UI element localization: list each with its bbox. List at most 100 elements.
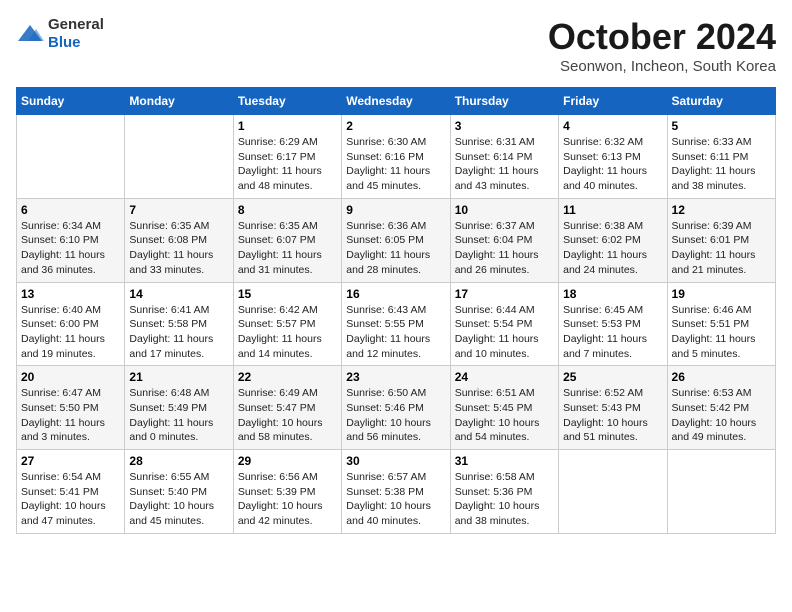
calendar-cell: 26Sunrise: 6:53 AM Sunset: 5:42 PM Dayli… <box>667 366 775 450</box>
calendar-cell: 9 Sunrise: 6:36 AM Sunset: 6:05 PM Daylig… <box>342 198 450 282</box>
calendar-cell: 31 Sunrise: 6:58 AM Sunset: 5:36 PM Dayli… <box>450 450 558 534</box>
calendar-cell: 21 Sunrise: 6:48 AM Sunset: 5:49 PM Dayli… <box>125 366 233 450</box>
day-number: 12 <box>672 203 771 217</box>
calendar-cell: 1 Sunrise: 6:29 AM Sunset: 6:17 PM Daylig… <box>233 115 341 199</box>
calendar-cell <box>17 115 125 199</box>
day-info: Sunrise: 6:52 AM Sunset: 5:43 PM Dayligh… <box>563 386 662 445</box>
day-info: Sunrise: 6:56 AM Sunset: 5:39 PM Dayligh… <box>238 470 337 529</box>
day-info: Sunrise: 6:35 AM Sunset: 6:07 PM Dayligh… <box>238 219 337 278</box>
day-number: 15 <box>238 287 337 301</box>
header-day-wednesday: Wednesday <box>342 88 450 115</box>
day-info: Sunrise: 6:46 AM Sunset: 5:51 PM Dayligh… <box>672 303 771 362</box>
day-number: 21 <box>129 370 228 384</box>
day-number: 6 <box>21 203 120 217</box>
day-info: Sunrise: 6:30 AM Sunset: 6:16 PM Dayligh… <box>346 135 445 194</box>
day-number: 13 <box>21 287 120 301</box>
day-number: 11 <box>563 203 662 217</box>
day-number: 31 <box>455 454 554 468</box>
day-info: Sunrise: 6:36 AM Sunset: 6:05 PM Dayligh… <box>346 219 445 278</box>
day-info: Sunrise: 6:31 AM Sunset: 6:14 PM Dayligh… <box>455 135 554 194</box>
header-day-saturday: Saturday <box>667 88 775 115</box>
day-number: 5 <box>672 119 771 133</box>
day-info: Sunrise: 6:29 AM Sunset: 6:17 PM Dayligh… <box>238 135 337 194</box>
day-number: 28 <box>129 454 228 468</box>
calendar-header: SundayMondayTuesdayWednesdayThursdayFrid… <box>17 88 776 115</box>
calendar-cell: 29 Sunrise: 6:56 AM Sunset: 5:39 PM Dayli… <box>233 450 341 534</box>
calendar-cell <box>667 450 775 534</box>
day-info: Sunrise: 6:34 AM Sunset: 6:10 PM Dayligh… <box>21 219 120 278</box>
calendar-cell: 27 Sunrise: 6:54 AM Sunset: 5:41 PM Dayli… <box>17 450 125 534</box>
day-info: Sunrise: 6:35 AM Sunset: 6:08 PM Dayligh… <box>129 219 228 278</box>
logo: General Blue <box>16 16 104 52</box>
day-info: Sunrise: 6:42 AM Sunset: 5:57 PM Dayligh… <box>238 303 337 362</box>
day-number: 16 <box>346 287 445 301</box>
day-number: 20 <box>21 370 120 384</box>
calendar-cell: 25 Sunrise: 6:52 AM Sunset: 5:43 PM Dayli… <box>559 366 667 450</box>
calendar-cell: 5Sunrise: 6:33 AM Sunset: 6:11 PM Daylig… <box>667 115 775 199</box>
calendar-cell: 19Sunrise: 6:46 AM Sunset: 5:51 PM Dayli… <box>667 282 775 366</box>
calendar-cell: 28Sunrise: 6:55 AM Sunset: 5:40 PM Dayli… <box>125 450 233 534</box>
calendar-cell: 2Sunrise: 6:30 AM Sunset: 6:16 PM Daylig… <box>342 115 450 199</box>
day-info: Sunrise: 6:58 AM Sunset: 5:36 PM Dayligh… <box>455 470 554 529</box>
day-number: 30 <box>346 454 445 468</box>
header-day-friday: Friday <box>559 88 667 115</box>
header-day-tuesday: Tuesday <box>233 88 341 115</box>
calendar-cell: 17 Sunrise: 6:44 AM Sunset: 5:54 PM Dayli… <box>450 282 558 366</box>
calendar-cell: 12 Sunrise: 6:39 AM Sunset: 6:01 PM Dayli… <box>667 198 775 282</box>
calendar-cell: 7Sunrise: 6:35 AM Sunset: 6:08 PM Daylig… <box>125 198 233 282</box>
day-info: Sunrise: 6:51 AM Sunset: 5:45 PM Dayligh… <box>455 386 554 445</box>
day-number: 1 <box>238 119 337 133</box>
day-info: Sunrise: 6:57 AM Sunset: 5:38 PM Dayligh… <box>346 470 445 529</box>
calendar-body: 1 Sunrise: 6:29 AM Sunset: 6:17 PM Daylig… <box>17 115 776 534</box>
calendar-cell: 24 Sunrise: 6:51 AM Sunset: 5:45 PM Dayli… <box>450 366 558 450</box>
calendar-cell <box>559 450 667 534</box>
day-info: Sunrise: 6:54 AM Sunset: 5:41 PM Dayligh… <box>21 470 120 529</box>
day-number: 24 <box>455 370 554 384</box>
header-day-sunday: Sunday <box>17 88 125 115</box>
header-day-monday: Monday <box>125 88 233 115</box>
location: Seonwon, Incheon, South Korea <box>548 58 776 75</box>
day-number: 22 <box>238 370 337 384</box>
title-block: October 2024 Seonwon, Incheon, South Kor… <box>548 16 776 75</box>
calendar-cell: 23Sunrise: 6:50 AM Sunset: 5:46 PM Dayli… <box>342 366 450 450</box>
day-info: Sunrise: 6:41 AM Sunset: 5:58 PM Dayligh… <box>129 303 228 362</box>
day-number: 10 <box>455 203 554 217</box>
day-info: Sunrise: 6:53 AM Sunset: 5:42 PM Dayligh… <box>672 386 771 445</box>
day-info: Sunrise: 6:40 AM Sunset: 6:00 PM Dayligh… <box>21 303 120 362</box>
logo-icon <box>16 23 44 45</box>
calendar-cell: 15 Sunrise: 6:42 AM Sunset: 5:57 PM Dayli… <box>233 282 341 366</box>
page-header: General Blue October 2024 Seonwon, Inche… <box>16 16 776 75</box>
week-row-0: 1 Sunrise: 6:29 AM Sunset: 6:17 PM Daylig… <box>17 115 776 199</box>
week-row-3: 20 Sunrise: 6:47 AM Sunset: 5:50 PM Dayli… <box>17 366 776 450</box>
day-info: Sunrise: 6:47 AM Sunset: 5:50 PM Dayligh… <box>21 386 120 445</box>
calendar-cell: 11Sunrise: 6:38 AM Sunset: 6:02 PM Dayli… <box>559 198 667 282</box>
calendar-cell: 10 Sunrise: 6:37 AM Sunset: 6:04 PM Dayli… <box>450 198 558 282</box>
day-info: Sunrise: 6:45 AM Sunset: 5:53 PM Dayligh… <box>563 303 662 362</box>
day-info: Sunrise: 6:48 AM Sunset: 5:49 PM Dayligh… <box>129 386 228 445</box>
day-number: 8 <box>238 203 337 217</box>
day-info: Sunrise: 6:49 AM Sunset: 5:47 PM Dayligh… <box>238 386 337 445</box>
day-info: Sunrise: 6:43 AM Sunset: 5:55 PM Dayligh… <box>346 303 445 362</box>
week-row-2: 13 Sunrise: 6:40 AM Sunset: 6:00 PM Dayli… <box>17 282 776 366</box>
day-number: 3 <box>455 119 554 133</box>
day-info: Sunrise: 6:44 AM Sunset: 5:54 PM Dayligh… <box>455 303 554 362</box>
calendar-cell <box>125 115 233 199</box>
calendar-cell: 4Sunrise: 6:32 AM Sunset: 6:13 PM Daylig… <box>559 115 667 199</box>
header-day-thursday: Thursday <box>450 88 558 115</box>
day-number: 14 <box>129 287 228 301</box>
day-info: Sunrise: 6:39 AM Sunset: 6:01 PM Dayligh… <box>672 219 771 278</box>
calendar-cell: 8 Sunrise: 6:35 AM Sunset: 6:07 PM Daylig… <box>233 198 341 282</box>
day-number: 27 <box>21 454 120 468</box>
day-number: 29 <box>238 454 337 468</box>
month-title: October 2024 <box>548 16 776 58</box>
day-number: 17 <box>455 287 554 301</box>
day-number: 4 <box>563 119 662 133</box>
calendar-cell: 18Sunrise: 6:45 AM Sunset: 5:53 PM Dayli… <box>559 282 667 366</box>
day-number: 25 <box>563 370 662 384</box>
day-info: Sunrise: 6:37 AM Sunset: 6:04 PM Dayligh… <box>455 219 554 278</box>
calendar-cell: 16 Sunrise: 6:43 AM Sunset: 5:55 PM Dayli… <box>342 282 450 366</box>
day-number: 9 <box>346 203 445 217</box>
week-row-4: 27 Sunrise: 6:54 AM Sunset: 5:41 PM Dayli… <box>17 450 776 534</box>
calendar-cell: 14 Sunrise: 6:41 AM Sunset: 5:58 PM Dayli… <box>125 282 233 366</box>
day-info: Sunrise: 6:50 AM Sunset: 5:46 PM Dayligh… <box>346 386 445 445</box>
